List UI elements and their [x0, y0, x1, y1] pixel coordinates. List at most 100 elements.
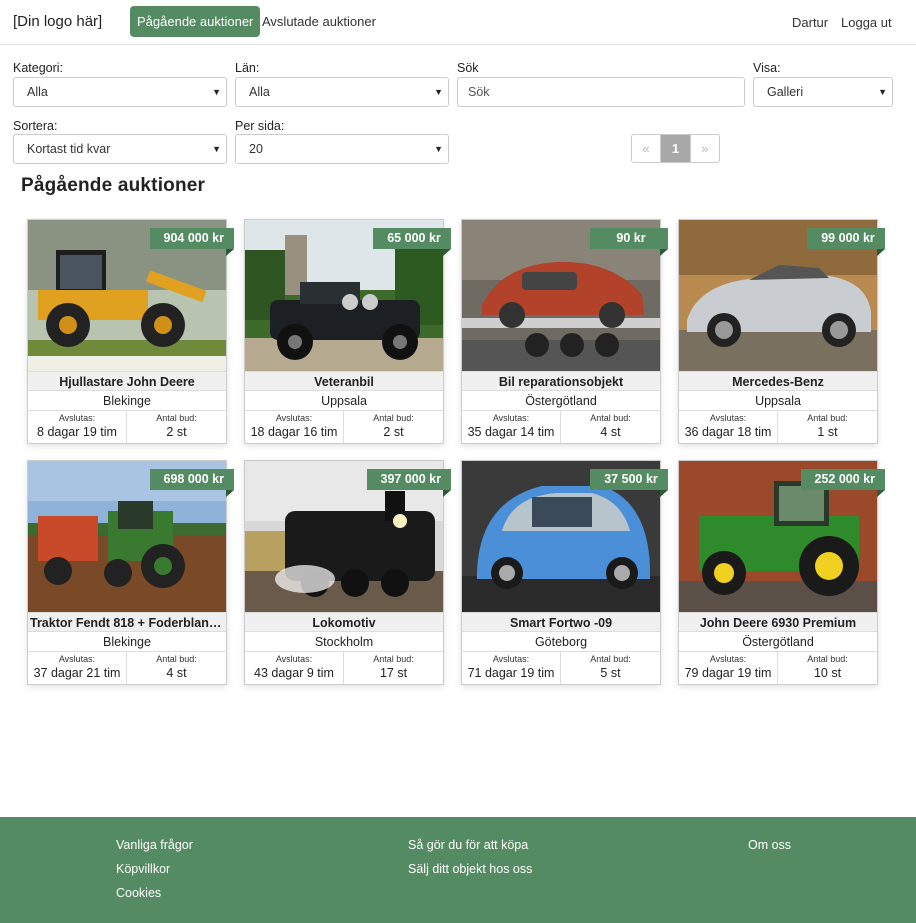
caret-down-icon: ▼ [434, 87, 443, 97]
auction-title[interactable]: John Deere 6930 Premium [679, 612, 877, 632]
auction-ends: Avslutas: 37 dagar 21 tim [28, 652, 127, 684]
ends-label: Avslutas: [709, 413, 747, 423]
price-badge: 252 000 kr [800, 469, 886, 497]
county-select[interactable]: Alla ▼ [235, 77, 449, 107]
pagination-next-button[interactable]: » [690, 135, 719, 162]
ends-value: 35 dagar 14 tim [467, 425, 555, 439]
price-badge: 698 000 kr [149, 469, 235, 497]
auction-title[interactable]: Lokomotiv [245, 612, 443, 632]
price-badge: 904 000 kr [149, 228, 235, 256]
page-title: Pågående auktioner [21, 175, 206, 196]
auction-bids: Antal bud: 1 st [778, 411, 877, 443]
price-badge: 397 000 kr [366, 469, 452, 497]
bids-value: 2 st [383, 425, 404, 439]
auction-card[interactable]: 904 000 kr Hjullastare John Deere Blekin… [27, 219, 235, 444]
auction-region: Göteborg [462, 632, 660, 652]
auction-card[interactable]: 90 kr Bil reparationsobjekt Östergötland… [461, 219, 668, 444]
bids-label: Antal bud: [373, 654, 414, 664]
auction-title[interactable]: Smart Fortwo -09 [462, 612, 660, 632]
caret-down-icon: ▼ [212, 144, 221, 154]
auction-bids: Antal bud: 17 st [344, 652, 443, 684]
footer-link-faq[interactable]: Vanliga frågor [116, 838, 193, 852]
user-link[interactable]: Dartur [792, 15, 828, 30]
auction-region: Östergötland [462, 391, 660, 411]
auction-title[interactable]: Mercedes-Benz [679, 371, 877, 391]
auction-ends: Avslutas: 18 dagar 16 tim [245, 411, 344, 443]
bids-label: Antal bud: [590, 413, 631, 423]
auction-bids: Antal bud: 2 st [127, 411, 226, 443]
bids-label: Antal bud: [807, 413, 848, 423]
county-select-value: Alla [249, 85, 270, 99]
auction-bids: Antal bud: 4 st [561, 411, 660, 443]
sort-select-value: Kortast tid kvar [27, 142, 111, 156]
pagination-prev-button[interactable]: « [632, 135, 661, 162]
auction-region: Stockholm [245, 632, 443, 652]
caret-down-icon: ▼ [434, 144, 443, 154]
auction-card[interactable]: 397 000 kr Lokomotiv Stockholm Avslutas:… [244, 460, 452, 685]
auction-ends: Avslutas: 43 dagar 9 tim [245, 652, 344, 684]
auction-title[interactable]: Bil reparationsobjekt [462, 371, 660, 391]
ends-value: 79 dagar 19 tim [684, 666, 772, 680]
auction-card[interactable]: 252 000 kr John Deere 6930 Premium Öster… [678, 460, 886, 685]
site-logo[interactable]: [Din logo här] [13, 13, 102, 30]
bids-value: 4 st [600, 425, 621, 439]
pagination: « 1 » [631, 134, 720, 163]
ends-label: Avslutas: [492, 654, 530, 664]
auction-bids: Antal bud: 2 st [344, 411, 443, 443]
footer-link-about[interactable]: Om oss [748, 838, 791, 852]
ends-label: Avslutas: [709, 654, 747, 664]
ends-value: 8 dagar 19 tim [37, 425, 117, 439]
auction-title[interactable]: Veteranbil [245, 371, 443, 391]
view-select[interactable]: Galleri ▼ [753, 77, 893, 107]
ends-value: 36 dagar 18 tim [684, 425, 772, 439]
view-label: Visa: [753, 61, 781, 75]
footer-link-terms[interactable]: Köpvillkor [116, 862, 170, 876]
bids-label: Antal bud: [590, 654, 631, 664]
bids-value: 1 st [817, 425, 838, 439]
ends-label: Avslutas: [275, 654, 313, 664]
tab-ongoing-auctions[interactable]: Pågående auktioner [130, 6, 261, 37]
ends-label: Avslutas: [275, 413, 313, 423]
auction-bids: Antal bud: 5 st [561, 652, 660, 684]
site-footer: Vanliga frågor Köpvillkor Cookies Så gör… [0, 817, 916, 923]
category-select-value: Alla [27, 85, 48, 99]
price-badge: 90 kr [590, 228, 668, 256]
sort-label: Sortera: [13, 119, 58, 133]
bids-label: Antal bud: [373, 413, 414, 423]
pagination-page-current[interactable]: 1 [661, 135, 690, 162]
per-page-select[interactable]: 20 ▼ [235, 134, 449, 164]
category-select[interactable]: Alla ▼ [13, 77, 227, 107]
logout-link[interactable]: Logga ut [841, 15, 892, 30]
bids-value: 10 st [813, 666, 842, 680]
search-input[interactable]: Sök [457, 77, 745, 107]
auction-title[interactable]: Traktor Fendt 818 + Foderblandare [28, 612, 226, 632]
bids-value: 17 st [379, 666, 408, 680]
ends-label: Avslutas: [58, 654, 96, 664]
tab-finished-auctions[interactable]: Avslutade auktioner [255, 6, 383, 37]
auction-card[interactable]: 99 000 kr Mercedes-Benz Uppsala Avslutas… [678, 219, 885, 444]
ends-label: Avslutas: [58, 413, 96, 423]
auction-region: Östergötland [679, 632, 877, 652]
bids-value: 2 st [166, 425, 187, 439]
auction-bids: Antal bud: 10 st [778, 652, 877, 684]
bids-value: 5 st [600, 666, 621, 680]
view-select-value: Galleri [767, 85, 804, 99]
footer-link-sell[interactable]: Sälj ditt objekt hos oss [408, 862, 532, 876]
auction-ends: Avslutas: 35 dagar 14 tim [462, 411, 561, 443]
auction-ends: Avslutas: 71 dagar 19 tim [462, 652, 561, 684]
county-label: Län: [235, 61, 260, 75]
top-navbar: [Din logo här] Pågående auktioner Avslut… [0, 0, 916, 45]
per-page-select-value: 20 [249, 142, 263, 156]
auction-title[interactable]: Hjullastare John Deere [28, 371, 226, 391]
sort-select[interactable]: Kortast tid kvar ▼ [13, 134, 227, 164]
auction-card[interactable]: 65 000 kr Veteranbil Uppsala Avslutas: 1… [244, 219, 451, 444]
auction-card[interactable]: 698 000 kr Traktor Fendt 818 + Foderblan… [27, 460, 235, 685]
ends-label: Avslutas: [492, 413, 530, 423]
caret-down-icon: ▼ [212, 87, 221, 97]
auction-card[interactable]: 37 500 kr Smart Fortwo -09 Göteborg Avsl… [461, 460, 668, 685]
footer-link-how-to-buy[interactable]: Så gör du för att köpa [408, 838, 528, 852]
auction-bids: Antal bud: 4 st [127, 652, 226, 684]
auction-ends: Avslutas: 36 dagar 18 tim [679, 411, 778, 443]
footer-link-cookies[interactable]: Cookies [116, 886, 161, 900]
category-label: Kategori: [13, 61, 64, 75]
